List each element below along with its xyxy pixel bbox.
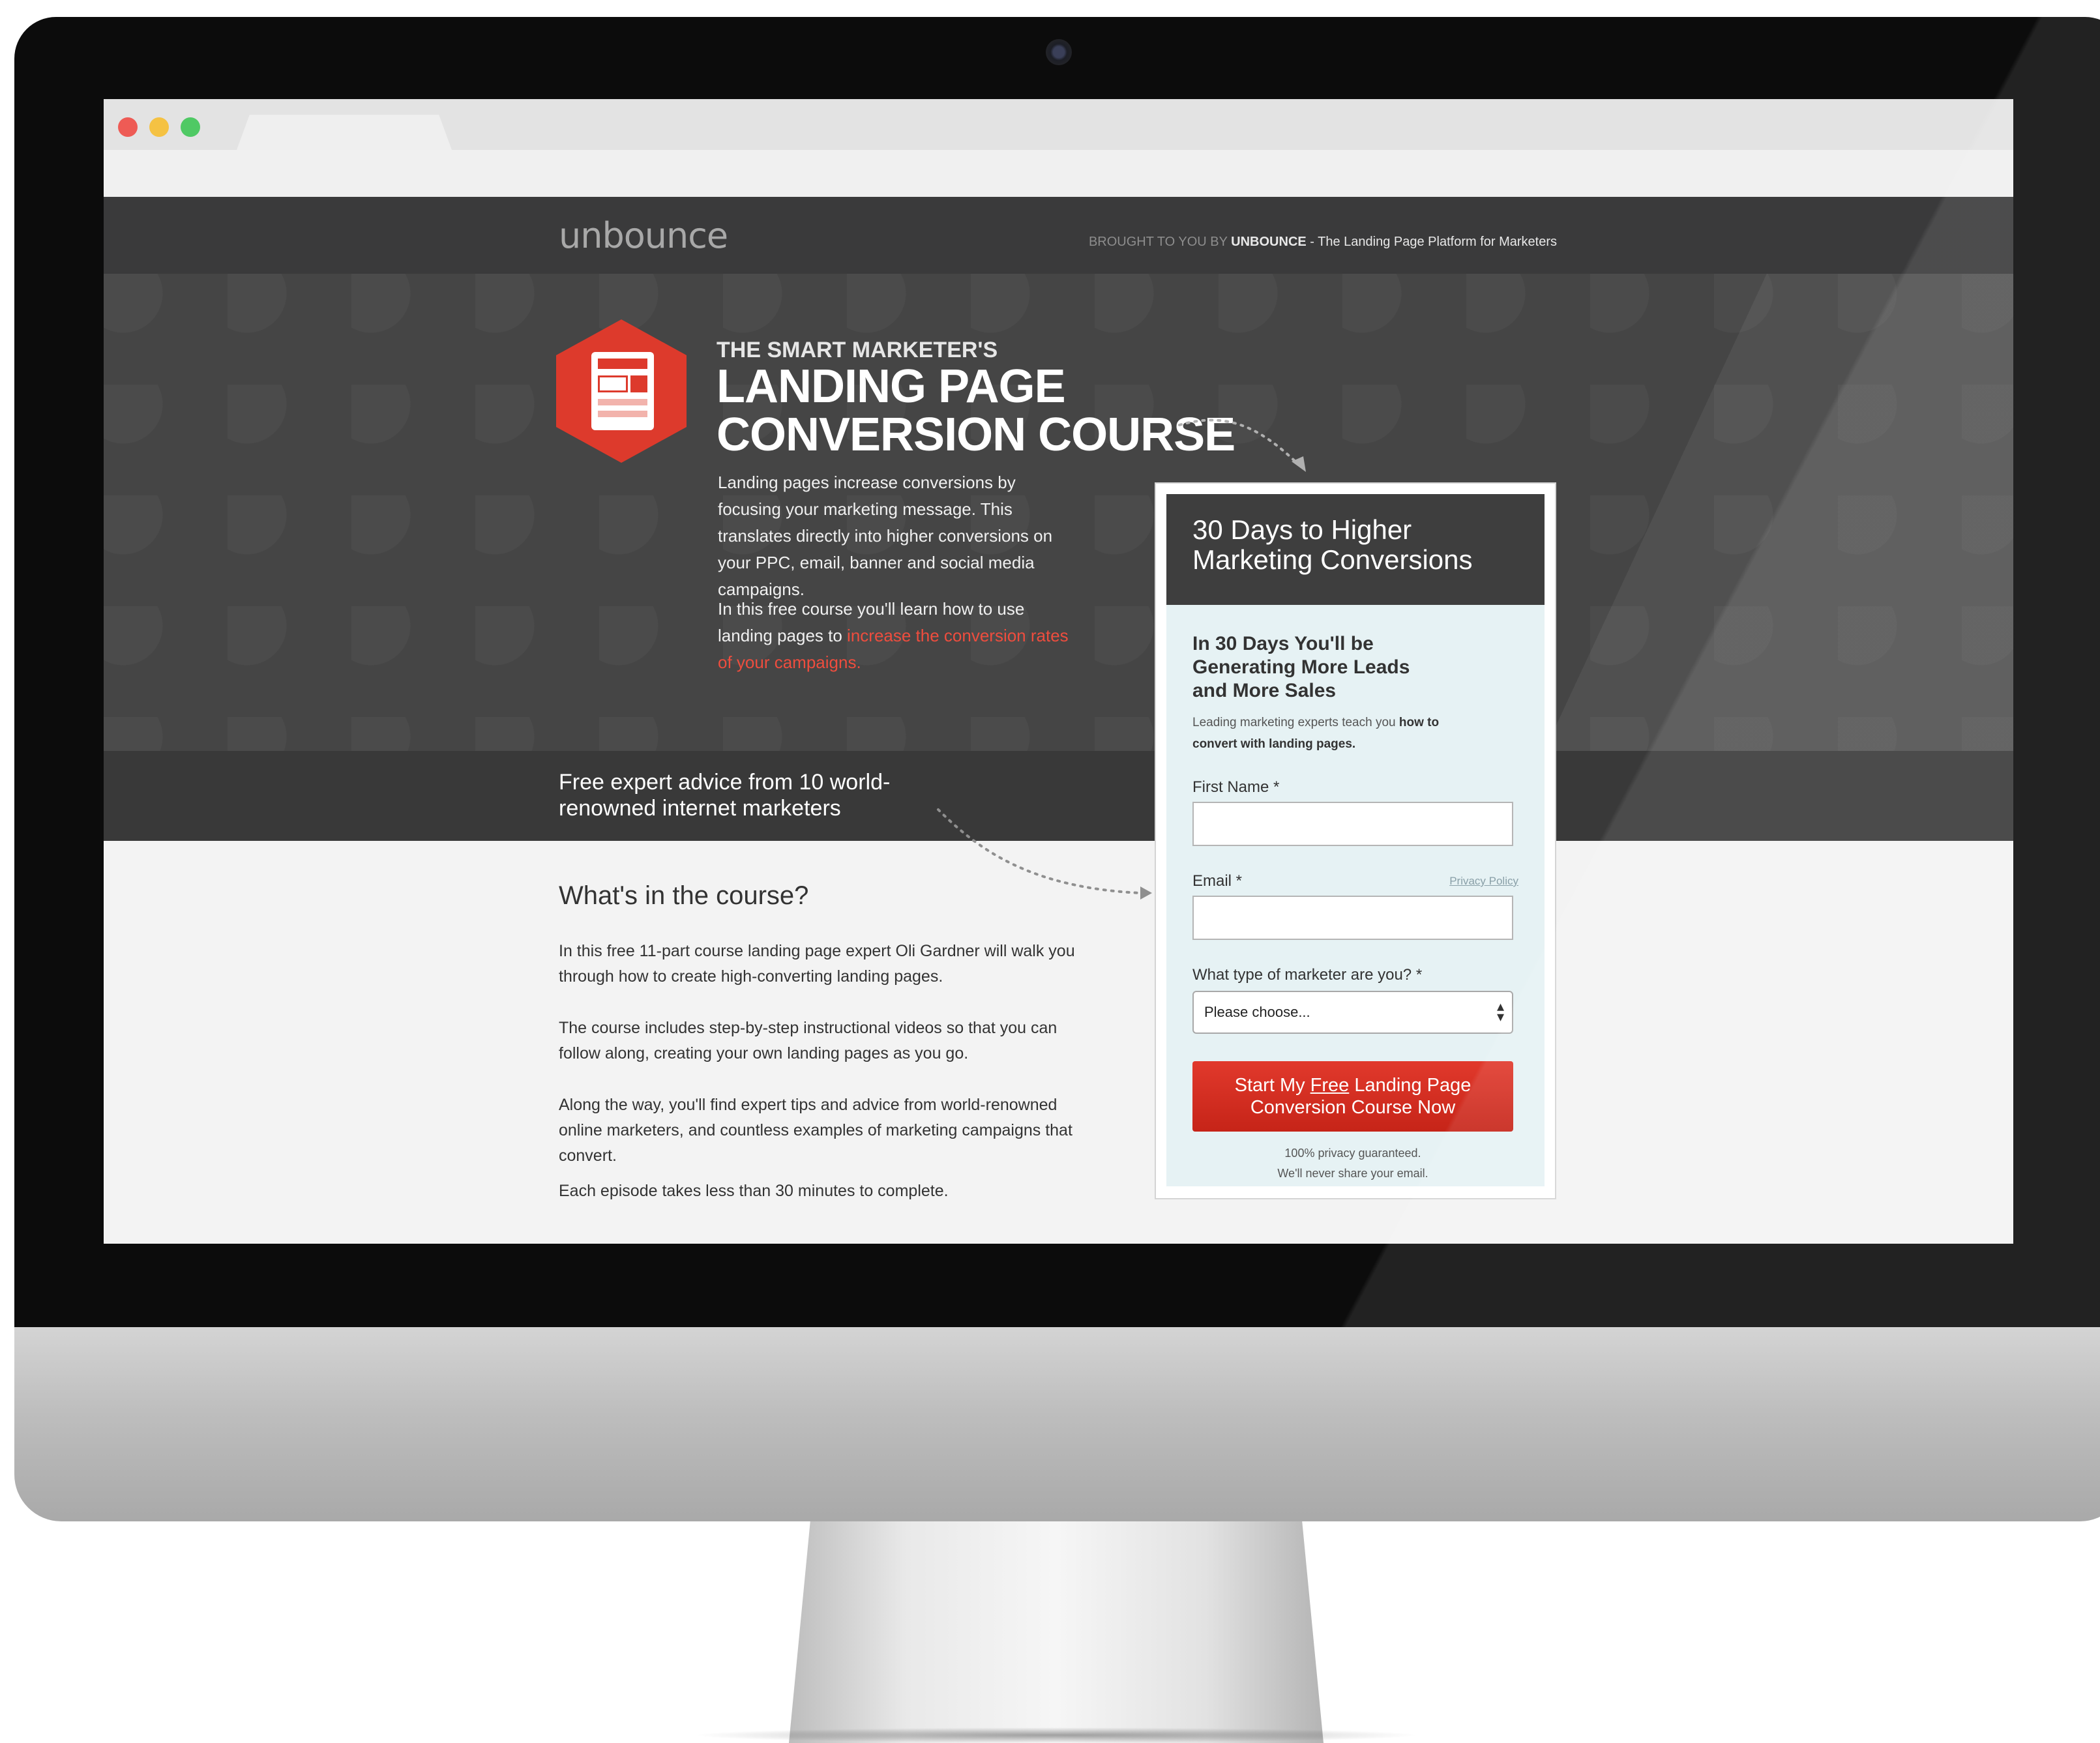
course-heading: What's in the course? bbox=[559, 881, 809, 910]
monitor-chin bbox=[14, 1327, 2100, 1521]
headline-line-2: CONVERSION COURSE bbox=[717, 409, 1235, 461]
hero-paragraph-1: Landing pages increase conversions by fo… bbox=[718, 473, 1053, 599]
cta-free-text: Free bbox=[1310, 1075, 1350, 1096]
cta-text-start: Start My bbox=[1234, 1075, 1310, 1096]
document-glyph bbox=[591, 352, 654, 430]
browser-chrome bbox=[104, 99, 2013, 198]
hero-section: THE SMART MARKETER'S LANDING PAGE CONVER… bbox=[104, 274, 2013, 751]
expert-advice-text: Free expert advice from 10 world-renowne… bbox=[559, 770, 891, 821]
headline-line-1: LANDING PAGE bbox=[717, 360, 1066, 413]
hero-kicker: THE SMART MARKETER'S bbox=[717, 338, 998, 362]
monitor-stand bbox=[789, 1521, 1324, 1743]
email-field[interactable] bbox=[1192, 896, 1513, 940]
form-subtitle: In 30 Days You'll be Generating More Lea… bbox=[1192, 632, 1410, 703]
browser-tab[interactable] bbox=[237, 115, 452, 150]
brought-prefix: BROUGHT TO YOU BY bbox=[1088, 235, 1232, 249]
form-description-text: Leading marketing experts teach you bbox=[1192, 716, 1399, 729]
course-content: What's in the course? In this free 11-pa… bbox=[104, 841, 2013, 1244]
site-header: unbounce BROUGHT TO YOU BY UNBOUNCE - Th… bbox=[104, 197, 2013, 274]
form-subtitle-line-1: In 30 Days You'll be bbox=[1192, 633, 1374, 654]
first-name-field[interactable] bbox=[1192, 802, 1513, 846]
brought-tagline: - The Landing Page Platform for Marketer… bbox=[1306, 235, 1557, 249]
form-description-bold-2: convert with landing pages. bbox=[1192, 737, 1356, 751]
email-label: Email * bbox=[1192, 872, 1243, 890]
brought-brand-name[interactable]: UNBOUNCE bbox=[1231, 235, 1307, 249]
privacy-policy-link[interactable]: Privacy Policy bbox=[1449, 875, 1518, 888]
marketer-type-select[interactable]: Please choose... ▴ ▾ bbox=[1192, 991, 1513, 1034]
webcam-icon bbox=[1046, 39, 1072, 65]
guarantee-line-1: 100% privacy guaranteed. bbox=[1284, 1147, 1421, 1160]
address-bar[interactable] bbox=[104, 150, 2013, 198]
hero-headline: LANDING PAGE CONVERSION COURSE bbox=[717, 362, 1235, 459]
screen: unbounce BROUGHT TO YOU BY UNBOUNCE - Th… bbox=[104, 99, 2013, 1244]
form-header-line-1: 30 Days to Higher bbox=[1192, 514, 1412, 545]
hero-paragraph-2: In this free course you'll learn how to … bbox=[718, 596, 1083, 676]
stand-shadow bbox=[691, 1727, 1421, 1743]
minimize-window-icon[interactable] bbox=[149, 117, 169, 137]
form-subtitle-line-2: Generating More Leads bbox=[1192, 656, 1410, 678]
privacy-guarantee: 100% privacy guaranteed. We'll never sha… bbox=[1192, 1143, 1513, 1184]
course-paragraph-4: Each episode takes less than 30 minutes … bbox=[559, 1182, 949, 1200]
brought-to-you-by: BROUGHT TO YOU BY UNBOUNCE - The Landing… bbox=[1089, 235, 1557, 250]
start-course-button[interactable]: Start My Free Landing Page Conversion Co… bbox=[1192, 1061, 1513, 1132]
select-arrows-icon: ▴ ▾ bbox=[1496, 998, 1504, 1025]
marketer-type-selected: Please choose... bbox=[1204, 1004, 1310, 1020]
form-header-line-2: Marketing Conversions bbox=[1192, 544, 1473, 575]
form-subtitle-line-3: and More Sales bbox=[1192, 680, 1337, 701]
close-window-icon[interactable] bbox=[118, 117, 138, 137]
cta-text-end: Landing Page bbox=[1349, 1075, 1471, 1096]
form-header-title: 30 Days to Higher Marketing Conversions bbox=[1192, 515, 1473, 575]
form-description: Leading marketing experts teach you how … bbox=[1192, 712, 1518, 755]
cta-line-2: Conversion Course Now bbox=[1250, 1097, 1456, 1118]
course-paragraph-2: The course includes step-by-step instruc… bbox=[559, 1019, 1057, 1062]
form-description-bold-1: how to bbox=[1398, 716, 1440, 729]
expert-advice-band: Free expert advice from 10 world-renowne… bbox=[104, 751, 2013, 841]
form-header: 30 Days to Higher Marketing Conversions bbox=[1166, 494, 1545, 605]
cta-line-1: Start My Free Landing Page bbox=[1192, 1074, 1513, 1096]
guarantee-line-2: We'll never share your email. bbox=[1277, 1167, 1428, 1180]
course-paragraph-3: Along the way, you'll find expert tips a… bbox=[559, 1096, 1072, 1165]
course-paragraph-1: In this free 11-part course landing page… bbox=[559, 942, 1075, 986]
maximize-window-icon[interactable] bbox=[181, 117, 200, 137]
marketer-type-label: What type of marketer are you? * bbox=[1192, 966, 1423, 984]
signup-form-card: 30 Days to Higher Marketing Conversions … bbox=[1155, 482, 1556, 1199]
form-body: In 30 Days You'll be Generating More Lea… bbox=[1166, 605, 1545, 1186]
first-name-label: First Name * bbox=[1192, 778, 1280, 796]
unbounce-logo[interactable]: unbounce bbox=[559, 215, 728, 256]
